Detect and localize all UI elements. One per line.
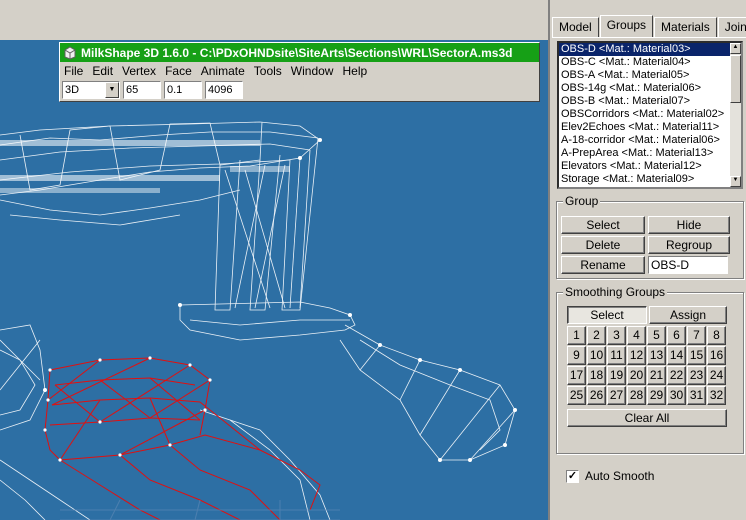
smoothing-group-25-button[interactable]: 25 [567,386,586,405]
dropdown-arrow-icon[interactable]: ▼ [105,82,119,98]
list-item[interactable]: OBS-C <Mat.: Material04> [559,56,731,69]
menu-edit[interactable]: Edit [92,64,113,78]
toolbar-field-2[interactable]: 0.1 [164,81,202,99]
tab-strip: Model Groups Materials Joints [552,15,746,37]
clear-all-button[interactable]: Clear All [567,409,727,427]
menu-tools[interactable]: Tools [254,64,282,78]
menu-vertex[interactable]: Vertex [122,64,156,78]
smoothing-group-6-button[interactable]: 6 [667,326,686,345]
list-item[interactable]: OBS-D <Mat.: Material03> [559,43,732,57]
title-bar[interactable]: MilkShape 3D 1.6.0 - C:\PDxOHNDsite\Site… [60,43,539,62]
toolbar-field-1[interactable]: 65 [123,81,161,99]
view-mode-value: 3D [65,84,80,96]
list-item[interactable]: Elev2Echoes <Mat.: Material11> [559,121,731,134]
smoothing-group-21-button[interactable]: 21 [647,366,666,385]
smoothing-group-20-button[interactable]: 20 [627,366,646,385]
smoothing-group-29-button[interactable]: 29 [647,386,666,405]
smoothing-group-22-button[interactable]: 22 [667,366,686,385]
smoothing-group-4-button[interactable]: 4 [627,326,646,345]
milkshape-app-icon [64,45,76,60]
smoothing-groups-title: Smoothing Groups [563,285,668,299]
menu-bar: File Edit Vertex Face Animate Tools Wind… [60,62,539,80]
smoothing-group-31-button[interactable]: 31 [687,386,706,405]
auto-smooth-checkbox[interactable]: ✓ Auto Smooth [566,469,654,483]
scroll-thumb[interactable] [730,55,741,103]
list-item[interactable]: Elevators <Mat.: Material12> [559,160,731,173]
smoothing-group-2-button[interactable]: 2 [587,326,606,345]
smoothing-group-11-button[interactable]: 11 [607,346,626,365]
menu-face[interactable]: Face [165,64,192,78]
smoothing-group-8-button[interactable]: 8 [707,326,726,345]
smoothing-group-32-button[interactable]: 32 [707,386,726,405]
group-name-field[interactable]: OBS-D [648,256,728,274]
tab-groups[interactable]: Groups [599,15,654,37]
smoothing-group-23-button[interactable]: 23 [687,366,706,385]
list-item[interactable]: A-18-corridor <Mat.: Material06> [559,134,731,147]
scroll-down-icon[interactable]: ▼ [730,176,741,187]
3d-viewport[interactable] [0,40,548,520]
desktop-strip [0,0,548,40]
smoothing-select-button[interactable]: Select [567,306,647,324]
right-panel: Model Groups Materials Joints OBS-D <Mat… [548,0,746,520]
list-scrollbar[interactable]: ▲ ▼ [730,43,741,187]
app-window: MilkShape 3D 1.6.0 - C:\PDxOHNDsite\Site… [59,42,540,102]
menu-file[interactable]: File [64,64,83,78]
smoothing-group-17-button[interactable]: 17 [567,366,586,385]
scroll-up-icon[interactable]: ▲ [730,43,741,54]
window-title: MilkShape 3D 1.6.0 - C:\PDxOHNDsite\Site… [81,45,513,60]
view-mode-select[interactable]: 3D ▼ [62,81,120,99]
tab-joints[interactable]: Joints [717,17,746,37]
list-item[interactable]: OBSCorridors <Mat.: Material02> [559,108,731,121]
smoothing-group-1-button[interactable]: 1 [567,326,586,345]
toolbar-field-3[interactable]: 4096 [205,81,243,99]
group-select-button[interactable]: Select [561,216,645,234]
smoothing-group-18-button[interactable]: 18 [587,366,606,385]
list-item[interactable]: OBS-14g <Mat.: Material06> [559,82,731,95]
smoothing-group-27-button[interactable]: 27 [607,386,626,405]
smoothing-group-19-button[interactable]: 19 [607,366,626,385]
smoothing-group-3-button[interactable]: 3 [607,326,626,345]
smoothing-group-12-button[interactable]: 12 [627,346,646,365]
smoothing-group-9-button[interactable]: 9 [567,346,586,365]
list-item[interactable]: Storage <Mat.: Material09> [559,173,731,186]
group-list[interactable]: OBS-D <Mat.: Material03> OBS-C <Mat.: Ma… [557,41,743,189]
list-item[interactable]: OBS-B <Mat.: Material07> [559,95,731,108]
list-item[interactable]: OBS-A <Mat.: Material05> [559,69,731,82]
group-regroup-button[interactable]: Regroup [648,236,730,254]
toolbar: 3D ▼ 65 0.1 4096 [60,80,539,100]
smoothing-group-10-button[interactable]: 10 [587,346,606,365]
tab-materials[interactable]: Materials [654,17,717,37]
group-delete-button[interactable]: Delete [561,236,645,254]
menu-animate[interactable]: Animate [201,64,245,78]
smoothing-group-16-button[interactable]: 16 [707,346,726,365]
smoothing-group-15-button[interactable]: 15 [687,346,706,365]
smoothing-assign-button[interactable]: Assign [649,306,727,324]
smoothing-group-7-button[interactable]: 7 [687,326,706,345]
wireframe-mesh [0,121,517,520]
smoothing-group-5-button[interactable]: 5 [647,326,666,345]
menu-help[interactable]: Help [342,64,367,78]
menu-window[interactable]: Window [291,64,334,78]
list-item[interactable]: A-PrepArea <Mat.: Material13> [559,147,731,160]
smoothing-group-14-button[interactable]: 14 [667,346,686,365]
smoothing-group-13-button[interactable]: 13 [647,346,666,365]
auto-smooth-label: Auto Smooth [585,469,655,483]
smoothing-group-28-button[interactable]: 28 [627,386,646,405]
smoothing-group-24-button[interactable]: 24 [707,366,726,385]
group-rename-button[interactable]: Rename [561,256,645,274]
smoothing-group-30-button[interactable]: 30 [667,386,686,405]
checkmark-icon[interactable]: ✓ [566,469,579,483]
tab-model[interactable]: Model [552,17,599,37]
group-hide-button[interactable]: Hide [648,216,730,234]
smoothing-group-26-button[interactable]: 26 [587,386,606,405]
groups-tab-body: OBS-D <Mat.: Material03> OBS-C <Mat.: Ma… [552,37,746,520]
group-box-title: Group [563,194,601,208]
